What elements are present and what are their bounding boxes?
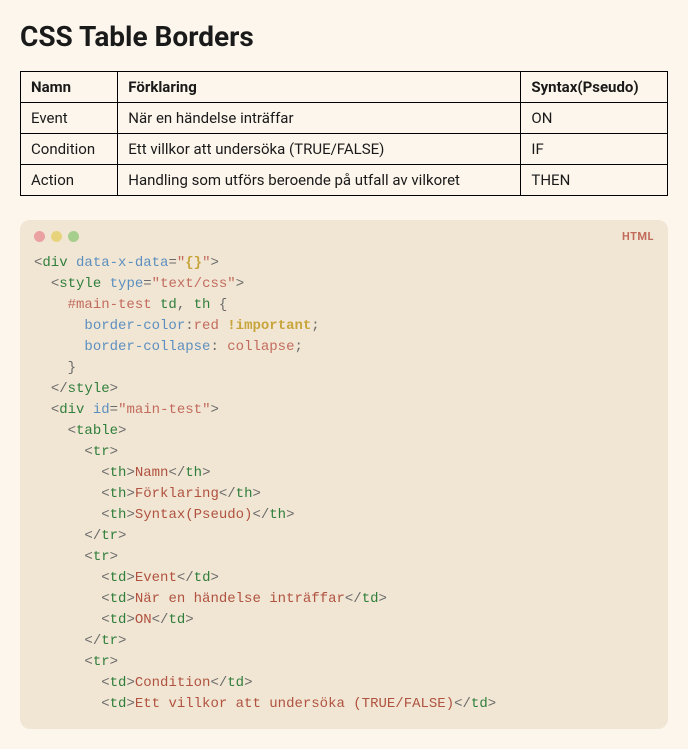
example-table: Namn Förklaring Syntax(Pseudo) Event När… [20, 71, 668, 196]
table-header-row: Namn Förklaring Syntax(Pseudo) [21, 72, 668, 103]
page-title: CSS Table Borders [20, 20, 668, 53]
table-cell: Ett villkor att undersöka (TRUE/FALSE) [118, 134, 521, 165]
table-cell: Condition [21, 134, 118, 165]
window-dot-yellow-icon [51, 231, 62, 242]
code-content: <div data-x-data="{}"> <style type="text… [20, 247, 668, 729]
col-header: Förklaring [118, 72, 521, 103]
table-cell: THEN [521, 165, 668, 196]
table-row: Action Handling som utförs beroende på u… [21, 165, 668, 196]
code-block: HTML <div data-x-data="{}"> <style type=… [20, 220, 668, 729]
table-cell: Event [21, 103, 118, 134]
col-header: Syntax(Pseudo) [521, 72, 668, 103]
table-cell: Action [21, 165, 118, 196]
window-dot-red-icon [34, 231, 45, 242]
table-row: Condition Ett villkor att undersöka (TRU… [21, 134, 668, 165]
window-dot-green-icon [68, 231, 79, 242]
window-dots [34, 231, 79, 242]
table-cell: När en händelse inträffar [118, 103, 521, 134]
col-header: Namn [21, 72, 118, 103]
code-language-label: HTML [622, 230, 654, 243]
table-row: Event När en händelse inträffar ON [21, 103, 668, 134]
code-header: HTML [20, 220, 668, 247]
table-cell: IF [521, 134, 668, 165]
table-cell: Handling som utförs beroende på utfall a… [118, 165, 521, 196]
table-cell: ON [521, 103, 668, 134]
